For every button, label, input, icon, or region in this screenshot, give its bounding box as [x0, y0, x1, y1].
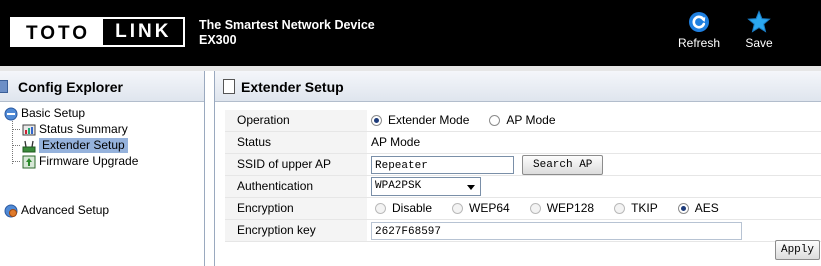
- tree-connector: [12, 116, 13, 164]
- ssid-row: SSID of upper AP Repeater Search AP: [225, 154, 821, 176]
- document-icon: [223, 79, 235, 94]
- config-explorer-title: Config Explorer: [18, 79, 124, 95]
- radio-button[interactable]: [375, 203, 386, 214]
- star-icon: [747, 10, 771, 33]
- config-tree: Basic Setup Status Summary Extender Setu…: [0, 102, 204, 262]
- authentication-value: WPA2PSK: [375, 180, 422, 192]
- refresh-button[interactable]: Refresh: [671, 10, 727, 50]
- tree-node-advanced-setup[interactable]: Advanced Setup: [4, 203, 109, 218]
- extender-setup-panel: Extender Setup Operation Extender Mode A…: [214, 71, 821, 266]
- save-label: Save: [745, 36, 773, 50]
- basic-setup-label: Basic Setup: [21, 106, 86, 120]
- header-bar: TOTO LINK The Smartest Network Device EX…: [0, 0, 821, 66]
- operation-row: Operation Extender Mode AP Mode: [225, 110, 821, 132]
- page-title: Extender Setup: [241, 79, 344, 95]
- operation-options: Extender Mode AP Mode: [371, 110, 576, 131]
- firmware-upgrade-icon: [22, 155, 36, 168]
- radio-button[interactable]: [452, 203, 464, 214]
- radio-button[interactable]: [529, 203, 541, 214]
- radio-label: WEP64: [469, 201, 510, 215]
- radio-button[interactable]: [371, 115, 382, 126]
- radio-label: Extender Mode: [388, 113, 470, 127]
- status-row: Status AP Mode: [225, 132, 821, 154]
- model-name: EX300: [199, 33, 237, 47]
- search-ap-button[interactable]: Search AP: [522, 154, 604, 175]
- encryption-key-label: Encryption key: [225, 220, 367, 241]
- totolink-logo: TOTO LINK: [10, 17, 186, 47]
- save-button[interactable]: Save: [731, 10, 787, 50]
- encryption-key-controls: 2627F68597: [371, 220, 742, 241]
- config-explorer-panel: Config Explorer Basic Setup Status Summa…: [0, 71, 205, 266]
- encryption-key-row: Encryption key 2627F68597: [225, 220, 821, 242]
- radio-ap-mode[interactable]: AP Mode: [489, 110, 556, 131]
- chevron-down-icon: [467, 185, 475, 190]
- logo-left-text: TOTO: [10, 17, 102, 47]
- extender-setup-header: Extender Setup: [215, 71, 821, 102]
- radio-disable[interactable]: Disable: [375, 198, 432, 219]
- advanced-setup-icon: [4, 204, 18, 217]
- radio-label: AES: [694, 201, 719, 215]
- tree-connector: [12, 129, 20, 130]
- tree-connector: [12, 161, 20, 162]
- status-summary-label: Status Summary: [39, 122, 128, 136]
- radio-aes[interactable]: AES: [677, 198, 719, 219]
- status-value: AP Mode: [371, 135, 421, 149]
- radio-button[interactable]: [489, 115, 501, 126]
- authentication-select[interactable]: WPA2PSK: [371, 177, 481, 196]
- status-summary-icon: [22, 124, 36, 135]
- radio-button[interactable]: [677, 203, 689, 214]
- encryption-key-input[interactable]: 2627F68597: [371, 221, 742, 240]
- radio-label: Disable: [392, 201, 433, 215]
- encryption-row: Encryption Disable WEP64 WEP128 TKIP AES: [225, 198, 821, 220]
- encryption-options: Disable WEP64 WEP128 TKIP AES: [375, 198, 739, 219]
- ssid-input[interactable]: Repeater: [371, 155, 514, 174]
- radio-extender-mode[interactable]: Extender Mode: [371, 110, 469, 131]
- radio-label: TKIP: [631, 201, 658, 215]
- refresh-icon: [689, 12, 709, 32]
- tagline-text: The Smartest Network Device: [199, 18, 375, 32]
- authentication-label: Authentication: [225, 176, 367, 197]
- basic-setup-icon: [4, 107, 18, 120]
- radio-label: AP Mode: [506, 113, 556, 127]
- sidebar-item-firmware-upgrade[interactable]: Firmware Upgrade: [22, 154, 138, 169]
- refresh-label: Refresh: [677, 36, 721, 50]
- encryption-label: Encryption: [225, 198, 367, 219]
- firmware-upgrade-label: Firmware Upgrade: [39, 154, 139, 168]
- apply-button[interactable]: Apply: [775, 240, 820, 260]
- header-tagline: The Smartest Network Device EX300: [199, 18, 375, 48]
- operation-label: Operation: [225, 110, 367, 131]
- status-label: Status: [225, 132, 367, 153]
- radio-tkip[interactable]: TKIP: [614, 198, 658, 219]
- radio-wep128[interactable]: WEP128: [529, 198, 595, 219]
- logo-right-text: LINK: [101, 17, 186, 47]
- extender-setup-label: Extender Setup: [39, 138, 128, 153]
- sidebar-item-status-summary[interactable]: Status Summary: [22, 122, 128, 137]
- tree-connector: [12, 145, 20, 146]
- config-explorer-header: Config Explorer: [0, 71, 204, 102]
- explorer-icon: [0, 80, 8, 93]
- radio-wep64[interactable]: WEP64: [452, 198, 510, 219]
- radio-label: WEP128: [546, 201, 595, 215]
- radio-button[interactable]: [614, 203, 626, 214]
- sidebar-item-extender-setup[interactable]: Extender Setup: [22, 138, 128, 153]
- ssid-label: SSID of upper AP: [225, 154, 367, 175]
- ssid-controls: Repeater Search AP: [371, 154, 604, 175]
- authentication-controls: WPA2PSK: [371, 176, 481, 197]
- advanced-setup-label: Advanced Setup: [21, 203, 110, 217]
- authentication-row: Authentication WPA2PSK: [225, 176, 821, 198]
- extender-setup-icon: [22, 140, 36, 152]
- tree-node-basic-setup[interactable]: Basic Setup: [4, 106, 85, 121]
